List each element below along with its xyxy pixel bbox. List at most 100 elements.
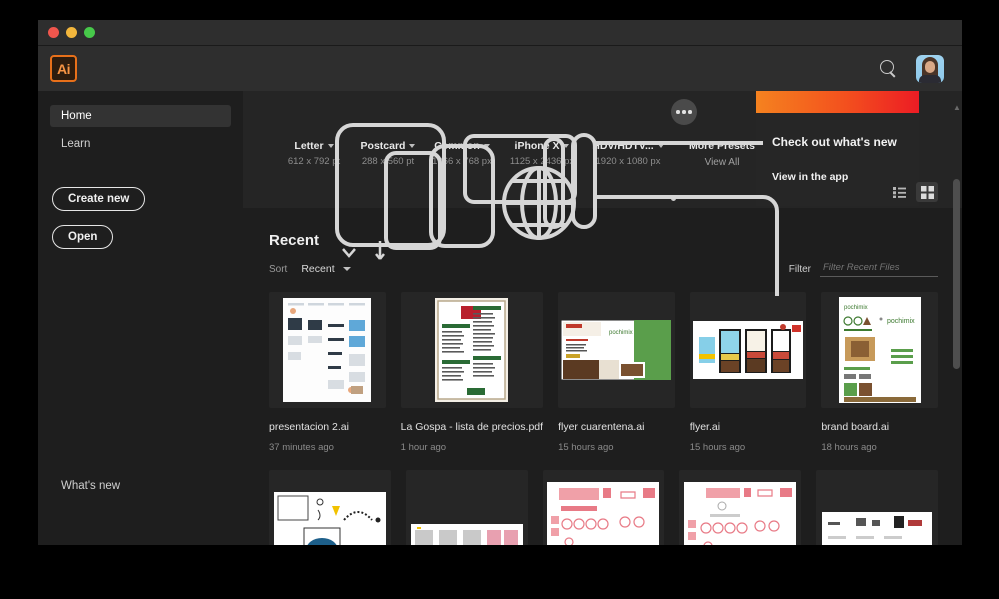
thumbnail-row2-d bbox=[684, 482, 797, 545]
preset-name: iPhone X bbox=[514, 140, 560, 152]
file-card-flyer-cuarentena[interactable]: pochimix flyer cuarentena.ai 15 hours ag… bbox=[558, 292, 675, 453]
app-header-actions bbox=[878, 54, 944, 83]
dot bbox=[676, 110, 680, 114]
file-thumbnail bbox=[269, 470, 391, 545]
scrollbar-thumb[interactable] bbox=[953, 179, 960, 369]
file-card-la-gospa[interactable]: La Gospa - lista de precios.pdf 1 hour a… bbox=[400, 292, 544, 453]
chevron-down-icon[interactable] bbox=[563, 144, 570, 148]
whats-new-banner bbox=[756, 91, 919, 113]
preset-size: 1366 x 768 px bbox=[432, 156, 492, 167]
list-view-icon[interactable] bbox=[888, 182, 910, 202]
file-card-presentacion[interactable]: presentacion 2.ai 37 minutes ago bbox=[269, 292, 386, 453]
file-time: 1 hour ago bbox=[400, 442, 447, 453]
file-card-flyer[interactable]: flyer.ai 15 hours ago bbox=[689, 292, 807, 453]
file-thumbnail bbox=[400, 292, 544, 408]
sidebar-item-learn[interactable]: Learn bbox=[50, 133, 231, 155]
avatar-body bbox=[919, 74, 941, 83]
chevron-down-icon[interactable] bbox=[409, 144, 416, 148]
sidebar-item-label: Home bbox=[61, 110, 92, 122]
file-thumbnail bbox=[542, 470, 665, 545]
minimize-button[interactable] bbox=[66, 27, 77, 38]
file-name: flyer cuarentena.ai bbox=[558, 421, 645, 433]
sort-label: Sort bbox=[269, 263, 288, 275]
page-title: Recent bbox=[269, 232, 320, 249]
file-time: 37 minutes ago bbox=[269, 442, 334, 453]
chevron-down-icon[interactable] bbox=[342, 267, 351, 271]
file-thumbnail bbox=[269, 292, 386, 408]
grid-view-icon[interactable] bbox=[916, 182, 938, 202]
preset-title-row: HDV/HDTV... bbox=[585, 140, 671, 152]
more-presets-title: More Presets bbox=[689, 140, 755, 152]
avatar-face bbox=[925, 60, 935, 73]
carousel-page-indicator[interactable] bbox=[671, 196, 676, 201]
sidebar-actions-2: Open bbox=[38, 211, 243, 249]
sidebar: Home Learn Create new Open What's new bbox=[38, 91, 243, 545]
svg-text:pochimix: pochimix bbox=[887, 318, 915, 325]
file-thumbnail: pochimix bbox=[558, 292, 675, 408]
preset-strip: Letter 612 x 792 pt Postcard 288 x 560 p… bbox=[243, 91, 962, 208]
preset-name: Letter bbox=[294, 140, 324, 152]
view-in-app-link[interactable]: View in the app bbox=[756, 149, 919, 183]
file-thumbnail bbox=[405, 470, 528, 545]
open-button[interactable]: Open bbox=[52, 225, 114, 249]
preset-name: HDV/HDTV... bbox=[592, 140, 654, 152]
file-card-row2[interactable] bbox=[679, 470, 802, 545]
recent-files-grid-row2 bbox=[269, 470, 938, 545]
filter-input[interactable] bbox=[820, 261, 938, 277]
app-header: Ai bbox=[38, 46, 962, 91]
preset-iphone-x[interactable]: iPhone X 1125 x 2436 px bbox=[499, 140, 585, 167]
thumbnail-row2-b bbox=[410, 524, 523, 545]
more-options-icon[interactable] bbox=[671, 99, 697, 125]
avatar[interactable] bbox=[916, 54, 944, 83]
whats-new-title: Check out what's new bbox=[772, 135, 897, 149]
recent-section: Recent Sort Recent Filter Filter Recent … bbox=[243, 182, 962, 545]
sort-value[interactable]: Recent bbox=[301, 263, 334, 275]
thumbnail-row2-a bbox=[273, 492, 386, 545]
thumbnail-brand-board: pochimix pochimix bbox=[838, 297, 921, 403]
preset-size: 288 x 560 pt bbox=[361, 156, 415, 167]
file-card-brand-board[interactable]: pochimix pochimix brand board.ai 18 hour… bbox=[821, 292, 938, 453]
chevron-up-icon[interactable]: ▲ bbox=[953, 103, 961, 113]
thumbnail-presentacion bbox=[283, 298, 372, 402]
file-thumbnail bbox=[679, 470, 802, 545]
create-new-button[interactable]: Create new bbox=[52, 187, 146, 211]
zoom-button[interactable] bbox=[84, 27, 95, 38]
thumbnail-la-gospa bbox=[435, 298, 509, 402]
chevron-down-icon[interactable] bbox=[483, 144, 490, 148]
recent-header: Recent Sort Recent Filter Filter Recent … bbox=[269, 182, 938, 277]
sidebar-item-whats-new[interactable]: What's new bbox=[50, 475, 131, 497]
file-name: flyer.ai bbox=[689, 421, 721, 433]
preset-common[interactable]: Common 1366 x 768 px bbox=[425, 140, 499, 167]
chevron-down-icon[interactable] bbox=[657, 144, 664, 148]
app-body: Home Learn Create new Open What's new Le… bbox=[38, 91, 962, 545]
preset-title-row: Common bbox=[425, 140, 499, 152]
file-card-row2[interactable] bbox=[542, 470, 665, 545]
scrollbar[interactable]: ▲ bbox=[953, 103, 961, 544]
dot bbox=[688, 110, 692, 114]
more-presets-view-all[interactable]: View All bbox=[677, 157, 767, 168]
file-card-row2[interactable] bbox=[269, 470, 391, 545]
chevron-down-icon[interactable] bbox=[327, 144, 334, 148]
file-card-row2[interactable] bbox=[405, 470, 528, 545]
view-toggle-group bbox=[888, 182, 938, 202]
file-time: 15 hours ago bbox=[689, 442, 746, 453]
preset-title-row: Postcard bbox=[351, 140, 425, 152]
sidebar-item-home[interactable]: Home bbox=[50, 105, 231, 127]
preset-title-row: Letter bbox=[277, 140, 351, 152]
main-content: Letter 612 x 792 pt Postcard 288 x 560 p… bbox=[243, 91, 962, 545]
recent-toolbar: Sort Recent Filter bbox=[269, 261, 938, 277]
close-button[interactable] bbox=[48, 27, 59, 38]
preset-name: Postcard bbox=[360, 140, 406, 152]
preset-letter[interactable]: Letter 612 x 792 pt bbox=[277, 140, 351, 167]
preset-postcard[interactable]: Postcard 288 x 560 pt bbox=[351, 140, 425, 167]
search-icon[interactable] bbox=[878, 59, 898, 79]
preset-hdv-hdtv[interactable]: HDV/HDTV... 1920 x 1080 px bbox=[585, 140, 671, 167]
svg-text:pochimix: pochimix bbox=[609, 330, 633, 336]
thumbnail-row2-e bbox=[822, 512, 933, 545]
thumbnail-flyer bbox=[693, 321, 804, 379]
recent-files-grid: presentacion 2.ai 37 minutes ago La Gosp… bbox=[269, 292, 938, 453]
thumbnail-flyer-cuarentena: pochimix bbox=[561, 320, 672, 380]
more-presets[interactable]: More Presets View All bbox=[677, 140, 767, 168]
app-window: Ai Home Learn Create new Open What's new… bbox=[38, 20, 962, 545]
file-card-row2[interactable] bbox=[816, 470, 938, 545]
